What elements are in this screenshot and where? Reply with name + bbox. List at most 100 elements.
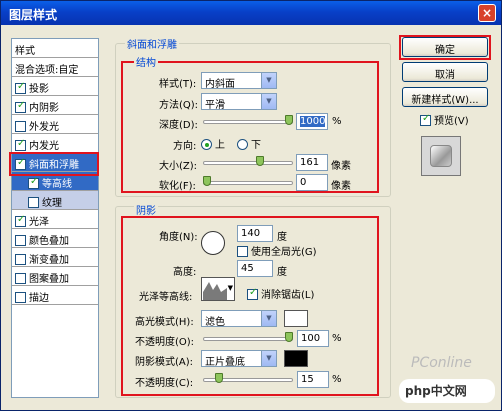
styles-list-item-label: 描边 [29,293,49,304]
styles-list-item[interactable]: 内阴影 [12,96,98,115]
technique-select[interactable]: 平滑 ▼ [201,93,277,111]
antialias-checkbox[interactable]: 消除锯齿(L) [247,286,314,301]
depth-unit: % [332,116,342,127]
global-light-checkbox[interactable]: 使用全局光(G) [237,243,317,258]
direction-label: 方向: [173,141,197,152]
styles-list-item[interactable]: 图案叠加 [12,267,98,286]
checkbox-on-icon[interactable] [15,100,26,113]
cancel-button[interactable]: 取消 [402,62,488,82]
checkbox-off-icon[interactable] [28,197,39,208]
highlight-opacity-input[interactable]: 100 [297,330,329,347]
styles-list-item-label: 投影 [29,84,49,95]
php-watermark-text: php中文网 [405,384,467,398]
angle-dial[interactable] [201,231,225,255]
shadow-color-swatch[interactable] [284,350,308,367]
styles-list-item[interactable]: 描边 [12,286,98,305]
styles-list-item-label: 光泽 [29,217,49,228]
size-unit: 像素 [331,161,351,172]
new-style-button[interactable]: 新建样式(W)... [402,87,488,107]
direction-up-radio[interactable]: 上 [201,136,225,151]
structure-title: 结构 [134,54,158,69]
technique-label: 方法(Q): [159,100,199,111]
soften-input[interactable]: 0 [296,174,328,191]
ok-button-highlight [399,35,491,60]
direction-down-label: 下 [251,140,261,151]
close-icon[interactable]: × [478,4,496,22]
bevel-emboss-title: 斜面和浮雕 [125,36,179,51]
gloss-contour-label: 光泽等高线: [139,292,193,303]
gloss-contour-picker[interactable]: ▼ [201,277,235,301]
styles-list-item[interactable]: 纹理 [12,191,98,210]
styles-list-item[interactable]: 外发光 [12,115,98,134]
angle-label: 角度(N): [159,232,198,243]
altitude-label: 高度: [173,267,197,278]
highlight-opacity-slider-track[interactable] [203,337,293,341]
shadow-mode-select[interactable]: 正片叠底 ▼ [201,350,277,368]
depth-input-value: 1000 [300,116,326,127]
styles-list-item[interactable]: 内发光 [12,134,98,153]
chevron-down-icon: ▼ [261,351,276,366]
chevron-down-icon: ▼ [261,73,276,88]
layer-style-dialog: 图层样式 × 样式混合选项:自定投影内阴影外发光内发光 斜面和浮雕等高线纹理光泽颜… [0,0,502,411]
preview-swatch [430,145,452,167]
global-light-label: 使用全局光(G) [251,247,317,258]
highlight-color-swatch[interactable] [284,310,308,327]
selected-item-highlight [9,152,99,176]
size-label: 大小(Z): [159,161,198,172]
styles-list-item[interactable]: 渐变叠加 [12,248,98,267]
radio-off-icon [237,139,248,150]
checkbox-off-icon[interactable] [15,235,26,246]
soften-unit: 像素 [331,181,351,192]
styles-list-item-label: 图案叠加 [29,274,69,285]
chevron-down-icon: ▼ [261,311,276,326]
shadow-opacity-input[interactable]: 15 [297,371,329,388]
checkbox-on-icon[interactable] [15,214,26,227]
styles-list-item[interactable]: 混合选项:自定 [12,58,98,77]
soften-slider-track[interactable] [203,181,293,185]
shadow-mode-label: 阴影模式(A): [135,357,194,368]
styles-list-item-label: 混合选项:自定 [15,65,79,76]
angle-input[interactable]: 140 [237,225,273,242]
checkbox-on-icon [247,287,258,300]
soften-slider-thumb[interactable] [203,176,211,186]
highlight-mode-select[interactable]: 滤色 ▼ [201,310,277,328]
styles-list-item: 样式 [12,39,98,58]
styles-list-item-label: 内阴影 [29,103,59,114]
depth-input[interactable]: 1000 [296,113,328,130]
checkbox-off-icon[interactable] [15,121,26,132]
altitude-unit: 度 [277,267,287,278]
styles-list-item-label: 样式 [15,46,35,57]
size-slider-track[interactable] [203,161,293,165]
styles-list-item-label: 外发光 [29,122,59,133]
preview-checkbox[interactable]: 预览(V) [420,112,469,127]
checkbox-on-icon[interactable] [15,81,26,94]
altitude-input[interactable]: 45 [237,260,273,277]
styles-list-item[interactable]: 颜色叠加 [12,229,98,248]
checkbox-on-icon[interactable] [28,176,39,189]
style-select[interactable]: 内斜面 ▼ [201,72,277,90]
shadow-opacity-label: 不透明度(C): [135,378,194,389]
direction-down-radio[interactable]: 下 [237,136,261,151]
technique-select-value: 平滑 [205,100,225,111]
style-label: 样式(T): [159,79,197,90]
checkbox-on-icon [420,113,431,126]
depth-slider-thumb[interactable] [285,115,293,125]
checkbox-on-icon[interactable] [15,138,26,151]
size-input[interactable]: 161 [296,154,328,171]
checkbox-off-icon[interactable] [15,273,26,284]
shadow-opacity-slider-thumb[interactable] [215,373,224,383]
title-bar[interactable]: 图层样式 × [1,1,501,25]
php-watermark: php中文网 [399,379,495,403]
checkbox-off-icon[interactable] [15,254,26,265]
soften-label: 软化(F): [159,181,196,192]
shadow-mode-value: 正片叠底 [205,357,245,368]
depth-slider-track[interactable] [203,120,293,124]
styles-list-item[interactable]: 投影 [12,77,98,96]
styles-list: 样式混合选项:自定投影内阴影外发光内发光斜面和浮雕等高线纹理光泽颜色叠加渐变叠加… [11,38,99,398]
size-slider-thumb[interactable] [256,156,265,166]
checkbox-off-icon[interactable] [15,292,26,303]
styles-list-item[interactable]: 光泽 [12,210,98,229]
direction-up-label: 上 [215,140,225,151]
highlight-opacity-slider-thumb[interactable] [285,332,293,342]
styles-list-item-label: 内发光 [29,141,59,152]
